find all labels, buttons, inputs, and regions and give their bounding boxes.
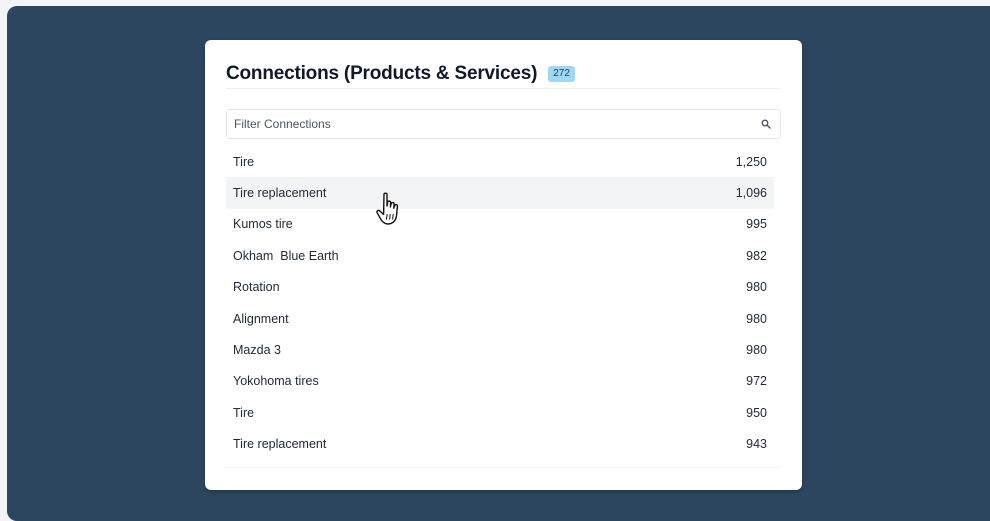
item-value: 980 xyxy=(746,343,767,358)
item-value: 943 xyxy=(746,437,767,452)
list-item[interactable]: Okham Blue Earth 982 xyxy=(226,240,774,271)
item-value: 980 xyxy=(746,280,767,295)
list-item[interactable]: Mazda 3 980 xyxy=(226,334,774,365)
item-value: 1,250 xyxy=(735,154,767,169)
hand-pointer-icon xyxy=(376,192,399,225)
item-value: 1,096 xyxy=(735,186,767,201)
connections-panel: Connections (Products & Services) 272 Ti… xyxy=(205,40,802,490)
item-value: 950 xyxy=(746,405,767,420)
item-label: Tire xyxy=(233,405,255,420)
filter-search-box[interactable] xyxy=(226,109,781,139)
list-item[interactable]: Tire replacement 1,096 xyxy=(226,177,774,209)
list-item[interactable]: Tire 950 xyxy=(226,397,774,428)
item-label: Okham Blue Earth xyxy=(233,248,339,263)
connections-list: Tire 1,250 Tire replacement 1,096 Kumos … xyxy=(226,146,774,460)
item-label: Mazda 3 xyxy=(233,343,281,358)
item-label: Kumos tire xyxy=(233,217,293,232)
item-value: 972 xyxy=(746,374,767,389)
panel-title: Connections (Products & Services) xyxy=(226,63,538,84)
filter-connections-input[interactable] xyxy=(227,110,754,138)
list-item[interactable]: Kumos tire 995 xyxy=(226,209,774,240)
header-divider xyxy=(226,88,781,89)
item-label: Yokohoma tires xyxy=(233,374,319,389)
item-label: Tire xyxy=(233,154,255,169)
list-item[interactable]: Tire replacement 943 xyxy=(226,429,774,460)
list-item[interactable]: Alignment 980 xyxy=(226,303,774,334)
list-item[interactable]: Rotation 980 xyxy=(226,272,774,303)
item-label: Rotation xyxy=(233,280,280,295)
item-label: Alignment xyxy=(233,311,289,326)
item-value: 982 xyxy=(746,248,767,263)
count-badge: 272 xyxy=(548,66,575,82)
item-value: 995 xyxy=(746,217,767,232)
item-label: Tire replacement xyxy=(233,186,327,201)
list-item[interactable]: Yokohoma tires 972 xyxy=(226,366,774,397)
panel-header: Connections (Products & Services) 272 xyxy=(226,60,781,88)
item-value: 980 xyxy=(746,311,767,326)
list-item[interactable]: Tire 1,250 xyxy=(226,146,774,177)
footer-divider xyxy=(226,467,781,468)
search-icon[interactable] xyxy=(761,119,771,129)
item-label: Tire replacement xyxy=(233,437,327,452)
